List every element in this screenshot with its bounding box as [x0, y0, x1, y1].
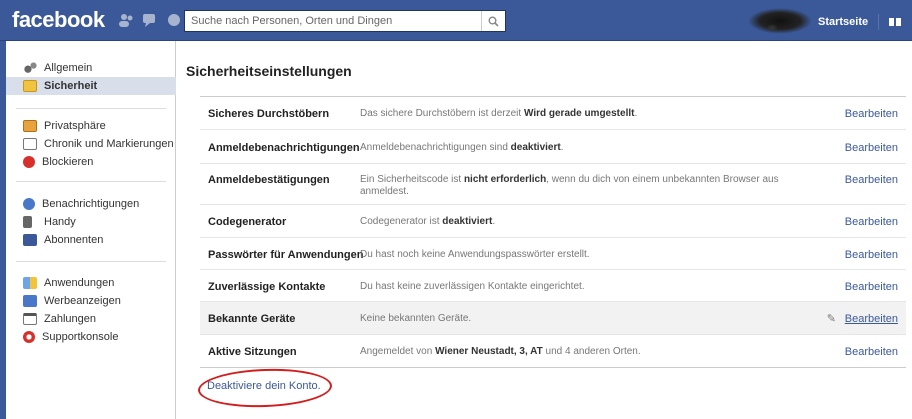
settings-row-sicheres-durchstobern[interactable]: Sicheres Durchstöbern Das sichere Durchs… [200, 97, 906, 130]
mobile-icon [23, 216, 32, 228]
sidebar-group-apps: Anwendungen Werbeanzeigen Zahlungen Supp… [6, 274, 176, 346]
lock-icon [23, 120, 37, 132]
sidebar-item-label: Handy [44, 216, 76, 228]
settings-row-aktive-sitzungen[interactable]: Aktive Sitzungen Angemeldet von Wiener N… [200, 335, 906, 368]
edit-link[interactable]: Bearbeiten [845, 174, 898, 186]
sidebar-item-label: Blockieren [42, 156, 94, 168]
sidebar-item-label: Abonnenten [44, 234, 104, 246]
redacted-scribble [748, 8, 812, 34]
edit-link[interactable]: Bearbeiten [845, 108, 898, 120]
sidebar-item-privatsphare[interactable]: Privatsphäre [6, 117, 176, 135]
row-value: Anmeldebenachrichtigungen sind deaktivie… [360, 142, 564, 153]
rss-icon [23, 234, 37, 246]
notifications-icon[interactable] [166, 13, 182, 27]
sidebar-item-zahlungen[interactable]: Zahlungen [6, 310, 176, 328]
sidebar-item-chronik[interactable]: Chronik und Markierungen [6, 135, 176, 153]
sidebar-item-blockieren[interactable]: Blockieren [6, 153, 176, 171]
row-label: Passwörter für Anwendungen [208, 249, 364, 261]
apps-icon [23, 277, 37, 289]
row-value: Du hast keine zuverlässigen Kontakte ein… [360, 281, 585, 292]
row-value: Du hast noch keine Anwendungspasswörter … [360, 249, 590, 260]
page-title: Sicherheitseinstellungen [186, 63, 352, 79]
row-label: Aktive Sitzungen [208, 346, 297, 358]
sidebar-item-sicherheit[interactable]: Sicherheit [6, 77, 176, 95]
edit-link[interactable]: Bearbeiten [845, 249, 898, 261]
messages-icon[interactable] [142, 13, 158, 27]
settings-row-zuverlassige-kontakte[interactable]: Zuverlässige Kontakte Du hast keine zuve… [200, 270, 906, 302]
home-link[interactable]: Startseite [818, 16, 868, 28]
ads-icon [23, 295, 37, 307]
sidebar-divider [16, 108, 166, 109]
search-input[interactable] [185, 11, 481, 31]
sidebar-item-label: Werbeanzeigen [44, 295, 121, 307]
search-icon [488, 16, 499, 27]
row-label: Bekannte Geräte [208, 313, 296, 325]
sidebar-item-benachrichtigungen[interactable]: Benachrichtigungen [6, 195, 176, 213]
edit-link[interactable]: Bearbeiten [845, 142, 898, 154]
friend-requests-icon[interactable] [118, 13, 134, 27]
top-bar: facebook Startseite [0, 0, 912, 41]
support-icon [23, 331, 35, 343]
sidebar-item-label: Sicherheit [44, 80, 98, 92]
row-value: Angemeldet von Wiener Neustadt, 3, AT un… [360, 346, 641, 357]
sidebar-item-werbeanzeigen[interactable]: Werbeanzeigen [6, 292, 176, 310]
sidebar-divider [16, 181, 166, 182]
settings-row-anmeldebestatigungen[interactable]: Anmeldebestätigungen Ein Sicherheitscode… [200, 164, 906, 205]
row-label: Sicheres Durchstöbern [208, 108, 330, 120]
settings-row-anmeldebenachrichtigungen[interactable]: Anmeldebenachrichtigungen Anmeldebenachr… [200, 130, 906, 164]
sidebar-group-notifications: Benachrichtigungen Handy Abonnenten [6, 195, 176, 249]
deactivate-account-link[interactable]: Deaktiviere dein Konto. [207, 380, 321, 392]
jewel-icons [118, 13, 182, 27]
shield-icon [23, 80, 37, 92]
divider [878, 14, 880, 30]
pencil-icon: ✎ [826, 313, 836, 325]
sidebar-divider [16, 261, 166, 262]
sidebar-item-label: Anwendungen [44, 277, 115, 289]
search-box [184, 10, 506, 32]
edit-link[interactable]: Bearbeiten [845, 313, 898, 325]
row-value: Keine bekannten Geräte. [360, 313, 472, 324]
globe-icon [23, 198, 35, 210]
payment-icon [23, 313, 37, 325]
row-label: Anmeldebestätigungen [208, 174, 330, 186]
row-label: Anmeldebenachrichtigungen [208, 142, 360, 154]
timeline-icon [23, 138, 37, 150]
row-label: Codegenerator [208, 216, 287, 228]
edit-link[interactable]: Bearbeiten [845, 281, 898, 293]
sidebar-item-label: Benachrichtigungen [42, 198, 140, 210]
row-value: Ein Sicherheitscode ist nicht erforderli… [360, 174, 779, 197]
settings-row-passworter[interactable]: Passwörter für Anwendungen Du hast noch … [200, 238, 906, 270]
row-label: Zuverlässige Kontakte [208, 281, 326, 293]
sidebar-item-label: Zahlungen [44, 313, 96, 325]
block-icon [23, 156, 35, 168]
sidebar-item-label: Supportkonsole [42, 331, 119, 343]
sidebar-group-privacy: Privatsphäre Chronik und Markierungen Bl… [6, 117, 176, 171]
edit-link[interactable]: Bearbeiten [845, 216, 898, 228]
search-button[interactable] [481, 11, 505, 31]
sidebar-item-label: Allgemein [44, 62, 93, 74]
edit-link[interactable]: Bearbeiten [845, 346, 898, 358]
sidebar-item-label: Privatsphäre [44, 120, 106, 132]
sidebar-item-abonnenten[interactable]: Abonnenten [6, 231, 176, 249]
sidebar-item-handy[interactable]: Handy [6, 213, 176, 231]
row-value: Das sichere Durchstöbern ist derzeit Wir… [360, 108, 638, 119]
sidebar-item-anwendungen[interactable]: Anwendungen [6, 274, 176, 292]
row-value: Codegenerator ist deaktiviert. [360, 216, 496, 227]
sidebar-item-supportkonsole[interactable]: Supportkonsole [6, 328, 176, 346]
gears-icon [23, 62, 37, 74]
top-right-nav: Startseite [818, 14, 912, 30]
security-settings-table: Sicheres Durchstöbern Das sichere Durchs… [200, 96, 906, 368]
sidebar-group-account: Allgemein Sicherheit [6, 59, 176, 95]
settings-sidebar: Allgemein Sicherheit Privatsphäre Chroni… [6, 41, 176, 419]
find-friends-icon[interactable] [889, 17, 902, 27]
settings-row-bekannte-gerate[interactable]: Bekannte Geräte Keine bekannten Geräte. … [200, 302, 906, 335]
sidebar-item-label: Chronik und Markierungen [44, 138, 174, 150]
settings-row-codegenerator[interactable]: Codegenerator Codegenerator ist deaktivi… [200, 205, 906, 238]
main-content: Sicherheitseinstellungen Sicheres Durchs… [176, 41, 912, 419]
sidebar-item-allgemein[interactable]: Allgemein [6, 59, 176, 77]
facebook-logo[interactable]: facebook [12, 7, 105, 33]
